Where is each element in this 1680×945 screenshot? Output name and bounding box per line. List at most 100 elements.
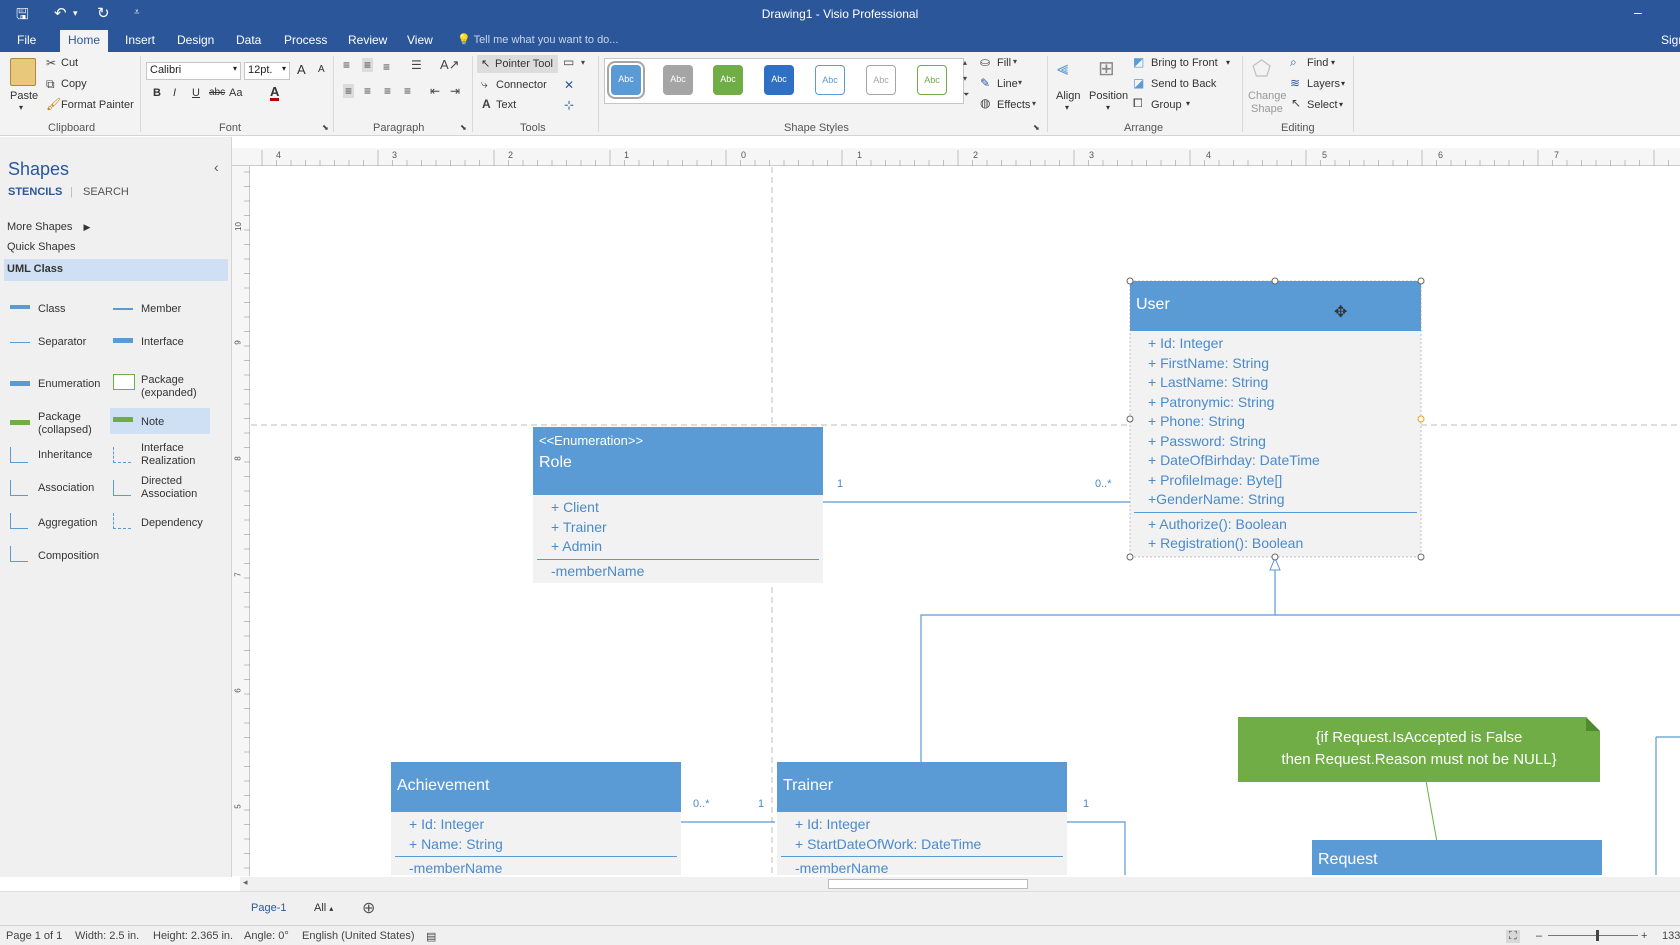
minimize-button[interactable]: – <box>1634 4 1642 20</box>
trainer-class[interactable]: Trainer + Id: Integer + StartDateOfWork:… <box>777 762 1067 875</box>
status-page[interactable]: Page 1 of 1 <box>6 930 62 942</box>
bullets-icon[interactable]: ☰ <box>411 58 422 72</box>
achievement-class[interactable]: Achievement + Id: Integer + Name: String… <box>391 762 681 875</box>
all-pages-button[interactable]: All ▴ <box>314 902 333 914</box>
shape-interface[interactable]: Interface <box>141 336 184 349</box>
dialog-launcher-icon[interactable]: ⬊ <box>322 123 329 132</box>
gallery-more-icon[interactable]: ⏷ <box>963 90 969 100</box>
copy-button[interactable]: Copy <box>61 78 87 90</box>
shape-enumeration[interactable]: Enumeration <box>38 378 100 391</box>
scrollbar-thumb[interactable] <box>828 879 1028 889</box>
tab-insert[interactable]: Insert <box>117 32 163 52</box>
align-center-icon[interactable]: ≡ <box>364 84 371 98</box>
zoom-level[interactable]: 133 <box>1662 930 1680 942</box>
decrease-indent-icon[interactable]: ⇤ <box>430 84 440 98</box>
zoom-in-icon[interactable]: + <box>1641 930 1647 942</box>
effects-button[interactable]: Effects <box>997 99 1030 111</box>
shape-class[interactable]: Class <box>38 303 66 316</box>
chevron-down-icon[interactable]: ▾ <box>1226 58 1230 67</box>
trainer-inheritance-line[interactable] <box>920 557 1276 762</box>
connector-button[interactable]: Connector <box>496 79 547 91</box>
shape-composition[interactable]: Composition <box>38 550 99 563</box>
shape-directed-association[interactable]: Directed Association <box>141 475 211 501</box>
find-button[interactable]: Find <box>1307 57 1328 69</box>
dialog-launcher-icon[interactable]: ⬊ <box>1033 123 1040 132</box>
bold-button[interactable]: B <box>153 87 161 99</box>
align-bottom-icon[interactable]: ≡ <box>383 60 390 74</box>
tell-me-box[interactable]: 💡 Tell me what you want to do... <box>457 33 618 46</box>
drawing-canvas[interactable]: <<Enumeration>> Role + Client + Trainer … <box>251 167 1680 875</box>
tab-search[interactable]: SEARCH <box>83 186 129 198</box>
chevron-down-icon[interactable]: ▾ <box>581 58 585 67</box>
collapse-panel-icon[interactable]: ‹ <box>214 159 219 175</box>
pointer-tool-button[interactable]: ↖ Pointer Tool <box>477 55 558 73</box>
zoom-out-icon[interactable]: – <box>1536 930 1542 942</box>
text-tool-button[interactable]: Text <box>496 99 516 111</box>
style-swatch-gray[interactable]: Abc <box>663 65 693 95</box>
align-left-icon[interactable]: ≡ <box>343 84 355 98</box>
chevron-down-icon[interactable]: ▾ <box>1065 103 1069 112</box>
font-color-button[interactable]: A <box>270 85 280 101</box>
tab-design[interactable]: Design <box>169 32 222 52</box>
tab-data[interactable]: Data <box>228 32 269 52</box>
shape-member[interactable]: Member <box>141 303 181 316</box>
underline-button[interactable]: U <box>192 87 200 99</box>
font-size-select[interactable]: 12pt. ▾ <box>244 62 290 80</box>
chevron-down-icon[interactable]: ▾ <box>1032 99 1036 108</box>
status-language[interactable]: English (United States) <box>302 930 415 942</box>
change-case-button[interactable]: Aa <box>229 87 242 99</box>
page-tab-page-1[interactable]: Page-1 <box>251 902 286 914</box>
position-button[interactable]: Position <box>1089 90 1128 102</box>
tab-home[interactable]: Home <box>60 30 109 52</box>
chevron-down-icon[interactable]: ▾ <box>1013 57 1017 66</box>
shrink-font-button[interactable]: A <box>318 64 325 75</box>
align-middle-icon[interactable]: ≡ <box>362 58 374 72</box>
grow-font-button[interactable]: A <box>297 62 306 77</box>
request-class[interactable]: Request <box>1312 840 1602 875</box>
italic-button[interactable]: I <box>173 87 176 99</box>
tab-file[interactable]: File <box>9 32 44 52</box>
text-direction-icon[interactable]: A↗ <box>440 57 460 73</box>
font-family-select[interactable]: Calibri ▾ <box>146 62 241 80</box>
line-button[interactable]: Line <box>997 78 1018 90</box>
role-enumeration[interactable]: <<Enumeration>> Role + Client + Trainer … <box>533 427 823 583</box>
tab-review[interactable]: Review <box>340 32 395 52</box>
style-swatch-outline-gray[interactable]: Abc <box>866 65 896 95</box>
fit-page-icon[interactable]: ⛶ <box>1506 930 1520 943</box>
paste-icon[interactable] <box>10 58 36 86</box>
chevron-down-icon[interactable]: ▾ <box>1341 79 1345 88</box>
shape-aggregation[interactable]: Aggregation <box>38 517 97 530</box>
add-page-icon[interactable]: ⊕ <box>362 898 375 918</box>
tab-view[interactable]: View <box>399 32 441 52</box>
justify-icon[interactable]: ≡ <box>404 84 411 98</box>
shape-association[interactable]: Association <box>38 482 94 495</box>
chevron-down-icon[interactable]: ▾ <box>1186 99 1190 108</box>
shape-inheritance[interactable]: Inheritance <box>38 449 92 462</box>
constraint-note[interactable]: {if Request.IsAccepted is False then Req… <box>1238 717 1600 782</box>
trainer-right-connector[interactable] <box>1067 821 1126 875</box>
chevron-down-icon[interactable]: ▾ <box>1339 100 1343 109</box>
layers-button[interactable]: Layers <box>1307 78 1340 90</box>
style-swatch-blue[interactable]: Abc <box>607 61 645 99</box>
style-swatch-outline-blue[interactable]: Abc <box>815 65 845 95</box>
shape-package-expanded[interactable]: Package (expanded) <box>141 374 211 400</box>
zoom-slider[interactable] <box>1548 935 1638 936</box>
paste-dropdown-icon[interactable]: ▾ <box>19 103 23 112</box>
gallery-down-icon[interactable]: ▾ <box>963 74 967 83</box>
chevron-down-icon[interactable]: ▾ <box>1018 78 1022 87</box>
paste-button[interactable]: Paste <box>10 90 38 102</box>
fill-button[interactable]: Fill <box>997 57 1011 69</box>
align-button[interactable]: Align <box>1056 90 1080 102</box>
bring-to-front-button[interactable]: Bring to Front <box>1151 57 1218 69</box>
shape-separator[interactable]: Separator <box>38 336 86 349</box>
send-to-back-button[interactable]: Send to Back <box>1151 78 1216 90</box>
tab-stencils[interactable]: STENCILS <box>8 186 62 198</box>
style-swatch-outline-green[interactable]: Abc <box>917 65 947 95</box>
format-painter-button[interactable]: Format Painter <box>61 99 134 111</box>
shape-package-collapsed[interactable]: Package (collapsed) <box>38 411 98 437</box>
tab-process[interactable]: Process <box>276 32 335 52</box>
uml-class-stencil[interactable]: UML Class <box>4 259 228 281</box>
user-class[interactable]: User + Id: Integer + FirstName: String +… <box>1130 281 1421 557</box>
shape-note[interactable]: Note <box>141 416 164 429</box>
macro-record-icon[interactable]: ▤ <box>426 930 436 943</box>
